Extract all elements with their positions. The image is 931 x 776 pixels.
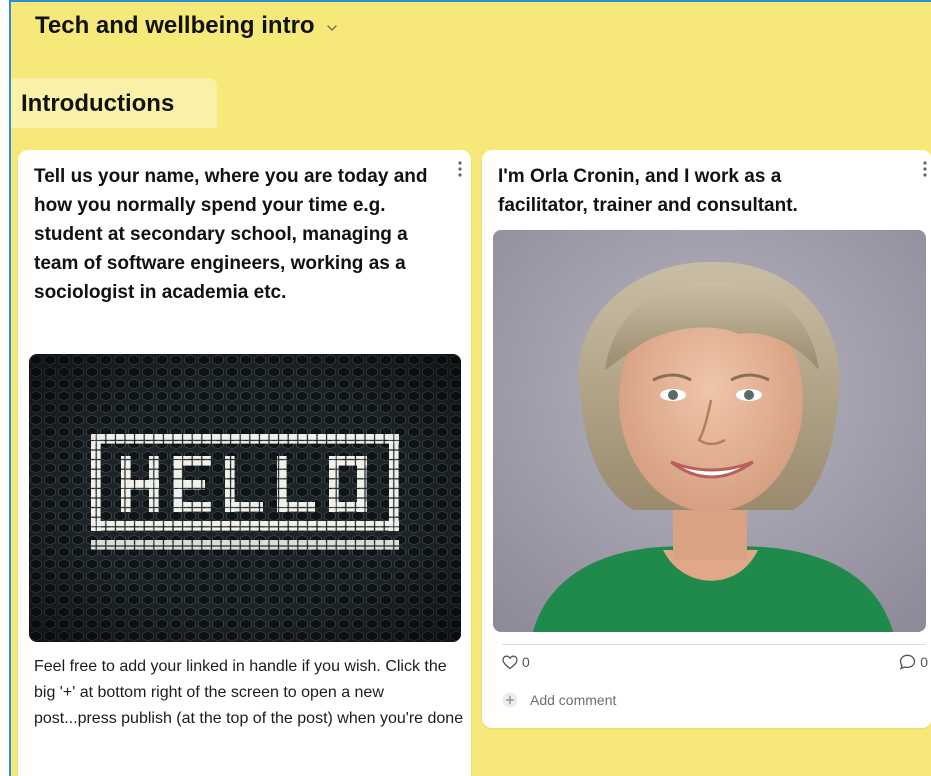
kebab-menu-icon[interactable] xyxy=(922,160,928,178)
post-card-prompt[interactable]: Tell us your name, where you are today a… xyxy=(18,150,471,776)
section-title: Introductions xyxy=(21,90,175,117)
comment-count: 0 xyxy=(920,654,928,670)
portrait-photo xyxy=(493,230,926,632)
post-title: I'm Orla Cronin, and I work as a facilit… xyxy=(498,166,798,216)
board-title-button[interactable]: Tech and wellbeing intro xyxy=(35,12,339,40)
hello-mosaic-illustration xyxy=(29,354,461,642)
comments-button[interactable]: 0 xyxy=(899,654,928,670)
post-title: Tell us your name, where you are today a… xyxy=(34,166,428,303)
kebab-menu-icon[interactable] xyxy=(457,160,463,178)
post-card-introduction[interactable]: I'm Orla Cronin, and I work as a facilit… xyxy=(482,150,931,728)
padlet-board: Tech and wellbeing intro Introductions T… xyxy=(9,0,931,776)
like-button[interactable]: 0 xyxy=(502,654,530,670)
add-comment-label: Add comment xyxy=(530,692,617,708)
portrait-illustration xyxy=(493,230,926,632)
section-header: Introductions xyxy=(11,78,217,128)
reaction-bar: 0 0 xyxy=(502,654,928,676)
board-title: Tech and wellbeing intro xyxy=(35,12,315,39)
add-comment-button[interactable]: Add comment xyxy=(502,692,616,708)
plus-circle-icon xyxy=(502,692,518,708)
divider xyxy=(502,644,926,645)
chevron-down-icon xyxy=(326,25,337,31)
comment-bubble-icon xyxy=(900,654,916,670)
heart-icon xyxy=(502,655,518,669)
like-count: 0 xyxy=(522,654,530,670)
post-body: Feel free to add your linked in handle i… xyxy=(34,658,464,727)
hello-tile-image xyxy=(29,354,461,642)
